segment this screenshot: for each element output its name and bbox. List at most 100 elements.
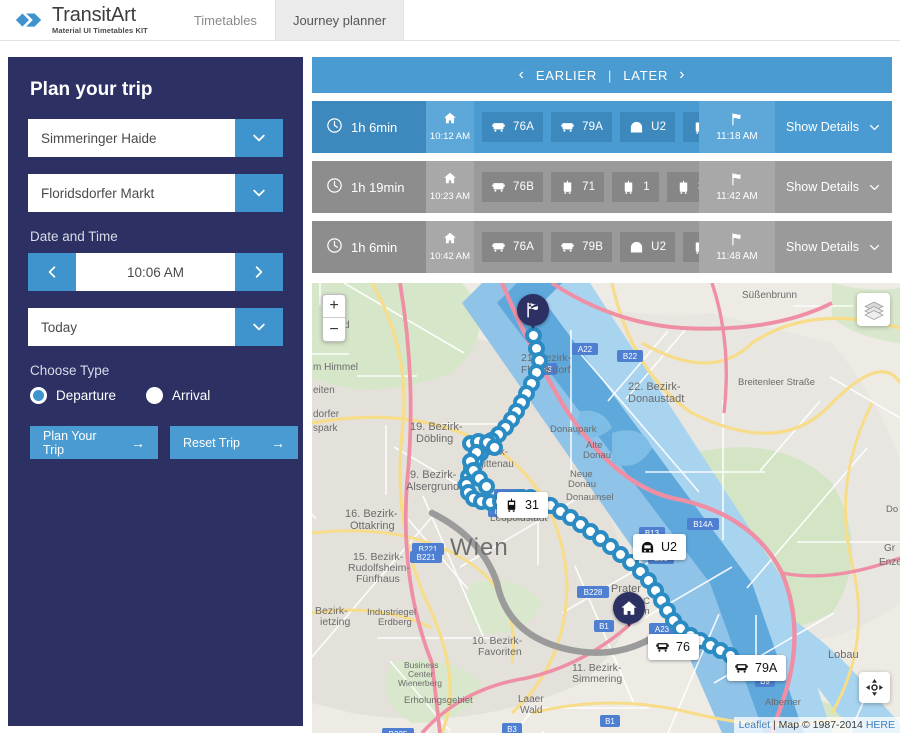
trip-result-row[interactable]: 1h 6min 10:12 AM 76A 79A U2 11:18 AM Sho… — [312, 101, 892, 153]
trip-leg[interactable]: U2 — [620, 232, 676, 262]
arrow-right-icon: → — [271, 434, 285, 451]
map-line-label[interactable]: 31 — [497, 492, 548, 518]
trip-leg-line: 76A — [513, 121, 535, 133]
home-icon — [444, 173, 456, 184]
trip-leg[interactable] — [683, 232, 699, 262]
svg-text:Enze: Enze — [879, 557, 900, 568]
time-next-button[interactable] — [235, 253, 283, 291]
route-map[interactable]: B3A22B22B221B227B14AB13E59B1A23E59B228B2… — [312, 283, 900, 733]
trip-leg[interactable]: 71 — [551, 172, 605, 202]
svg-text:eiten: eiten — [313, 385, 335, 396]
pager-next-icon[interactable]: › — [668, 67, 696, 83]
nav-items: Timetables Journey planner — [176, 0, 405, 40]
origin-dropdown-button[interactable] — [235, 119, 283, 157]
svg-text:Donau: Donau — [568, 479, 596, 490]
origin-pin[interactable] — [613, 592, 645, 627]
trip-leg[interactable] — [683, 112, 699, 142]
time-value[interactable]: 10:06 AM — [76, 253, 235, 291]
map-line-label-text: U2 — [661, 540, 677, 554]
trip-leg[interactable]: 79B — [551, 232, 613, 262]
bus-icon — [492, 242, 505, 252]
svg-text:19. Bezirk-: 19. Bezirk- — [410, 421, 463, 433]
trip-departure-time: 10:12 AM — [429, 131, 471, 142]
trip-leg[interactable]: 1 — [612, 172, 659, 202]
chevron-right-icon — [255, 266, 263, 278]
svg-text:spark: spark — [313, 423, 338, 434]
trip-leg[interactable]: 76A — [482, 112, 544, 142]
trip-result-row[interactable]: 1h 6min 10:42 AM 76A 79B U2 11:48 AM Sho… — [312, 221, 892, 273]
plan-your-trip-label: Plan Your Trip — [43, 428, 97, 457]
bus-icon — [561, 122, 574, 132]
chevron-down-icon — [869, 124, 880, 130]
day-dropdown-button[interactable] — [235, 308, 283, 346]
zoom-out-button[interactable]: − — [323, 318, 345, 341]
trip-arrival-time: 11:48 AM — [716, 251, 758, 262]
map-line-label[interactable]: U2 — [633, 534, 686, 560]
metro-icon — [631, 241, 643, 252]
radio-arrival-label: Arrival — [172, 388, 211, 403]
svg-text:Erholungsgebiet: Erholungsgebiet — [404, 695, 473, 706]
map-line-label[interactable]: 79A — [727, 655, 787, 681]
trip-leg[interactable]: 79A — [551, 112, 613, 142]
map-line-label[interactable]: 76 — [648, 634, 699, 660]
svg-text:B1: B1 — [605, 717, 615, 726]
attribution-leaflet[interactable]: Leaflet — [739, 719, 771, 731]
pager-prev-icon[interactable]: ‹ — [508, 67, 536, 83]
svg-text:Wald: Wald — [520, 705, 542, 716]
trip-planner-sidebar: Plan your trip Date and Time — [8, 57, 303, 726]
time-stepper: 10:06 AM — [28, 253, 283, 291]
zoom-in-button[interactable]: + — [323, 295, 345, 318]
trip-arrival: 11:18 AM — [699, 101, 775, 153]
clock-icon — [327, 118, 342, 133]
pager-earlier-label[interactable]: EARLIER — [536, 68, 597, 83]
home-icon-wrap — [443, 171, 457, 189]
radio-departure-control[interactable] — [30, 387, 47, 404]
destination-input[interactable] — [28, 174, 235, 212]
brand-logo-block[interactable]: TransitArt Material UI Timetables KIT — [0, 0, 166, 40]
map-locate-button[interactable] — [859, 672, 890, 703]
svg-text:B221: B221 — [417, 553, 436, 562]
chevron-down-icon — [253, 323, 265, 331]
bus-icon — [492, 122, 505, 132]
origin-input[interactable] — [28, 119, 235, 157]
radio-arrival[interactable]: Arrival — [146, 387, 210, 404]
route-waypoint-dot — [485, 438, 503, 456]
trip-leg[interactable]: 31 — [666, 172, 699, 202]
datetime-label: Date and Time — [30, 229, 118, 244]
origin-field — [28, 119, 283, 157]
destination-dropdown-button[interactable] — [235, 174, 283, 212]
show-details-button[interactable]: Show Details — [775, 161, 892, 213]
svg-text:B22: B22 — [623, 352, 638, 361]
attribution-provider[interactable]: HERE — [866, 719, 895, 731]
trip-leg-line: U2 — [651, 241, 667, 253]
trip-result-row[interactable]: 1h 19min 10:23 AM 76B 71 1 11:42 AM Show… — [312, 161, 892, 213]
trip-leg[interactable]: 76A — [482, 232, 544, 262]
svg-text:Alsergrund: Alsergrund — [406, 481, 459, 493]
trip-legs: 76A 79A U2 — [474, 101, 699, 153]
map-layers-button[interactable] — [857, 293, 890, 326]
flag-icon — [732, 113, 741, 126]
show-details-button[interactable]: Show Details — [775, 221, 892, 273]
nav-item-journey-planner[interactable]: Journey planner — [274, 0, 405, 40]
day-input[interactable] — [28, 308, 235, 346]
time-prev-button[interactable] — [28, 253, 76, 291]
reset-trip-button[interactable]: Reset Trip → — [170, 426, 298, 459]
destination-pin[interactable] — [517, 294, 549, 329]
brand-title: TransitArt — [52, 4, 136, 27]
svg-text:Ottakring: Ottakring — [350, 520, 395, 532]
pager-later-label[interactable]: LATER — [623, 68, 668, 83]
trip-leg[interactable]: U2 — [620, 112, 676, 142]
svg-text:Süßenbrunn: Süßenbrunn — [742, 290, 797, 301]
trip-departure-time: 10:23 AM — [429, 191, 471, 202]
show-details-button[interactable]: Show Details — [775, 101, 892, 153]
destination-field — [28, 174, 283, 212]
flag-icon — [527, 302, 538, 318]
plan-your-trip-button[interactable]: Plan Your Trip → — [30, 426, 158, 459]
svg-text:Alberner: Alberner — [765, 697, 801, 708]
nav-item-timetables[interactable]: Timetables — [176, 0, 275, 40]
svg-text:Donau: Donau — [583, 450, 611, 461]
radio-departure[interactable]: Departure — [30, 387, 116, 404]
svg-text:B14A: B14A — [693, 520, 713, 529]
radio-arrival-control[interactable] — [146, 387, 164, 404]
trip-leg[interactable]: 76B — [482, 172, 544, 202]
